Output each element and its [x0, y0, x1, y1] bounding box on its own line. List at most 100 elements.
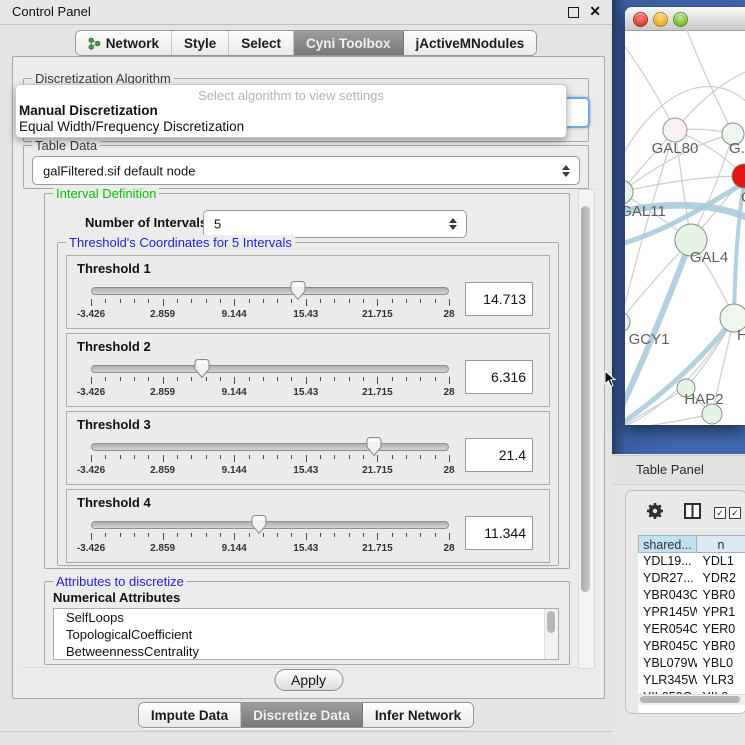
panel-scrollbar[interactable]	[578, 189, 595, 669]
float-window-icon[interactable]	[568, 7, 579, 18]
threshold-value-field[interactable]: 11.344	[465, 516, 533, 550]
tick-mark	[163, 533, 164, 540]
threshold-slider[interactable]: -3.4262.8599.14415.4321.71528	[91, 514, 449, 556]
table-row[interactable]: YLR345WYLR3	[638, 672, 745, 689]
tab-discretize-data[interactable]: Discretize Data	[241, 703, 363, 727]
threshold-value-field[interactable]: 6.316	[465, 360, 533, 394]
close-traffic-light-icon[interactable]	[633, 12, 648, 27]
tick-label: 28	[443, 543, 454, 554]
tick-mark	[377, 377, 378, 384]
tab-jactivemnodules[interactable]: jActiveMNodules	[404, 31, 537, 55]
table-cell[interactable]: YBR0	[697, 638, 745, 655]
algorithm-option[interactable]: Manual Discretization	[16, 103, 566, 119]
panel-scrollbar-thumb[interactable]	[581, 206, 590, 592]
table-cell[interactable]: YBR043C	[638, 587, 697, 604]
table-cell[interactable]: YBR045C	[638, 638, 697, 655]
slider-track[interactable]	[91, 287, 449, 295]
slider-thumb[interactable]	[290, 281, 305, 300]
slider-thumb[interactable]	[252, 515, 267, 534]
node-label-gal80: GAL80	[652, 140, 699, 157]
table-cell[interactable]: YDR2	[697, 570, 745, 587]
table-cell[interactable]: YBL079W	[638, 655, 697, 672]
tick-mark	[291, 299, 292, 303]
list-scrollbar[interactable]	[544, 609, 558, 659]
table-panel-titlebar: Table Panel	[612, 455, 745, 485]
slider-ticks	[91, 455, 449, 463]
table-cell[interactable]: YLR345W	[638, 672, 697, 689]
tab-select[interactable]: Select	[229, 31, 294, 55]
table-row[interactable]: YDR27...YDR2	[638, 570, 745, 587]
network-node-selected[interactable]	[732, 164, 745, 188]
table-cell[interactable]: YPR145W	[638, 604, 697, 621]
tick-mark	[163, 455, 164, 462]
table-cell[interactable]: YPR1	[697, 604, 745, 621]
tick-label: 2.859	[150, 465, 175, 476]
select-column-checkbox-icon[interactable]: ✓	[729, 507, 741, 519]
table-cell[interactable]: YLR3	[697, 672, 745, 689]
attribute-item[interactable]: BetweennessCentrality	[54, 643, 558, 660]
algorithm-option[interactable]: Equal Width/Frequency Discretization	[16, 119, 566, 135]
table-row[interactable]: YBR043CYBR0	[638, 587, 745, 604]
column-layout-icon[interactable]	[684, 503, 701, 519]
network-node-gal80[interactable]	[663, 118, 687, 142]
table-hscrollbar[interactable]	[638, 694, 745, 705]
table-row[interactable]: YPR145WYPR1	[638, 604, 745, 621]
tick-mark	[449, 533, 450, 540]
table-row[interactable]: YBL079WYBL0	[638, 655, 745, 672]
tab-impute-data[interactable]: Impute Data	[139, 703, 241, 727]
network-view-window[interactable]: GAL80 G. C GAL11 GAL4 GCY1 H HAP2	[625, 7, 745, 425]
table-cell[interactable]: YER054C	[638, 621, 697, 638]
slider-thumb[interactable]	[366, 437, 381, 456]
table-row[interactable]: YBR045CYBR0	[638, 638, 745, 655]
settings-gear-icon[interactable]	[646, 502, 664, 520]
table-hscrollbar-thumb[interactable]	[640, 696, 740, 703]
list-scrollbar-thumb[interactable]	[547, 611, 555, 633]
slider-track[interactable]	[91, 365, 449, 373]
tick-mark	[177, 533, 178, 537]
slider-track[interactable]	[91, 521, 449, 529]
tick-label: 2.859	[150, 309, 175, 320]
threshold-slider[interactable]: -3.4262.8599.14415.4321.71528	[91, 280, 449, 322]
table-cell[interactable]: YDL19...	[638, 553, 697, 570]
zoom-traffic-light-icon[interactable]	[673, 12, 688, 27]
table-data-combo[interactable]: galFiltered.sif default node	[32, 156, 580, 185]
threshold-value-field[interactable]: 21.4	[465, 438, 533, 472]
table-cell[interactable]: YBR0	[697, 587, 745, 604]
network-node-gcy1[interactable]	[625, 312, 630, 332]
attribute-item[interactable]: TopologicalCoefficient	[54, 626, 558, 643]
table-row[interactable]: YDL19...YDL1	[638, 553, 745, 570]
attribute-item[interactable]: SelfLoops	[54, 609, 558, 626]
column-header-name[interactable]: n	[697, 535, 745, 553]
num-intervals-combo[interactable]: 5	[203, 210, 467, 238]
table-cell[interactable]: YBL0	[697, 655, 745, 672]
apply-button[interactable]: Apply	[274, 669, 343, 691]
tick-mark	[120, 533, 121, 537]
top-tab-bar: NetworkStyleSelectCyni ToolboxjActiveMNo…	[75, 30, 538, 56]
select-column-checkbox-icon[interactable]: ✓	[714, 507, 726, 519]
table-cell[interactable]: YDR27...	[638, 570, 697, 587]
column-header-shared-name[interactable]: shared...	[638, 535, 697, 553]
tab-style[interactable]: Style	[172, 31, 229, 55]
slider-ticks	[91, 533, 449, 541]
tick-label: -3.426	[77, 387, 105, 398]
threshold-slider[interactable]: -3.4262.8599.14415.4321.71528	[91, 358, 449, 400]
tab-network[interactable]: Network	[76, 31, 172, 55]
threshold-value-field[interactable]: 14.713	[465, 282, 533, 316]
tick-mark	[120, 299, 121, 303]
network-graph[interactable]: GAL80 G. C GAL11 GAL4 GCY1 H HAP2	[625, 30, 745, 425]
network-window-titlebar[interactable]	[625, 7, 745, 31]
slider-track[interactable]	[91, 443, 449, 451]
close-icon[interactable]: ✕	[589, 3, 601, 20]
tick-mark	[363, 455, 364, 459]
table-row[interactable]: YER054CYER0	[638, 621, 745, 638]
threshold-slider[interactable]: -3.4262.8599.14415.4321.71528	[91, 436, 449, 478]
table-cell[interactable]: YER0	[697, 621, 745, 638]
tick-mark	[120, 377, 121, 381]
tab-cyni-toolbox[interactable]: Cyni Toolbox	[294, 31, 404, 55]
tab-infer-network[interactable]: Infer Network	[363, 703, 473, 727]
tick-mark	[349, 455, 350, 459]
table-cell[interactable]: YDL1	[697, 553, 745, 570]
numerical-attributes-list[interactable]: SelfLoopsTopologicalCoefficientBetweenne…	[53, 608, 559, 660]
slider-thumb[interactable]	[194, 359, 209, 378]
minimize-traffic-light-icon[interactable]	[653, 12, 668, 27]
